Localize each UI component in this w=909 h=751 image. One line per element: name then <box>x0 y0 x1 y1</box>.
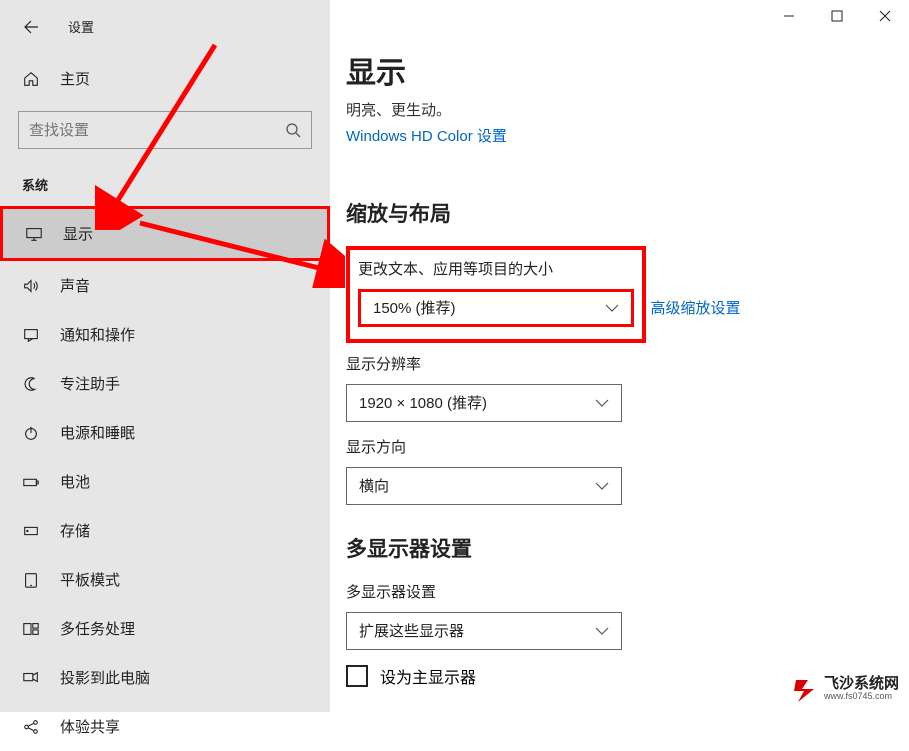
chevron-down-icon <box>605 304 619 312</box>
advanced-scale-link[interactable]: 高级缩放设置 <box>650 297 740 318</box>
orientation-label: 显示方向 <box>346 436 893 457</box>
sidebar-section-label: 系统 <box>0 149 330 206</box>
page-title: 显示 <box>346 48 893 92</box>
home-label: 主页 <box>60 68 90 89</box>
moon-icon <box>22 375 40 393</box>
sidebar-item-label: 显示 <box>63 223 93 244</box>
chevron-down-icon <box>595 399 609 407</box>
arrow-left-icon <box>22 19 40 35</box>
project-icon <box>22 669 40 687</box>
multi-label: 多显示器设置 <box>346 581 893 602</box>
sidebar-item-power[interactable]: 电源和睡眠 <box>0 408 330 457</box>
sidebar-item-project[interactable]: 投影到此电脑 <box>0 653 330 702</box>
sidebar-item-label: 声音 <box>60 275 90 296</box>
speaker-icon <box>22 277 40 295</box>
battery-icon <box>22 473 40 491</box>
sidebar-item-label: 多任务处理 <box>60 618 135 639</box>
multi-dropdown[interactable]: 扩展这些显示器 <box>346 612 622 650</box>
share-icon <box>22 718 40 736</box>
sidebar: 设置 主页 系统 显示 声音 通知和操作 专注助手 电源和睡眠 电池 存储 平板… <box>0 0 330 712</box>
orientation-dropdown[interactable]: 横向 <box>346 467 622 505</box>
home-nav[interactable]: 主页 <box>0 56 330 101</box>
scale-dropdown[interactable]: 150% (推荐) <box>358 289 634 327</box>
search-box[interactable] <box>18 111 312 149</box>
sidebar-item-label: 通知和操作 <box>60 324 135 345</box>
watermark-url: www.fs0745.com <box>824 692 899 702</box>
back-button[interactable]: 设置 <box>0 15 330 50</box>
power-icon <box>22 424 40 442</box>
checkbox-label: 设为主显示器 <box>380 664 476 688</box>
tablet-icon <box>22 571 40 589</box>
search-icon <box>285 122 301 138</box>
home-icon <box>22 70 40 88</box>
sidebar-item-storage[interactable]: 存储 <box>0 506 330 555</box>
orientation-value: 横向 <box>359 475 389 496</box>
sidebar-item-notifications[interactable]: 通知和操作 <box>0 310 330 359</box>
chevron-down-icon <box>595 482 609 490</box>
sidebar-item-battery[interactable]: 电池 <box>0 457 330 506</box>
sidebar-item-multitask[interactable]: 多任务处理 <box>0 604 330 653</box>
sidebar-item-label: 体验共享 <box>60 716 120 737</box>
sidebar-item-label: 电池 <box>60 471 90 492</box>
sidebar-item-share[interactable]: 体验共享 <box>0 702 330 751</box>
resolution-dropdown[interactable]: 1920 × 1080 (推荐) <box>346 384 622 422</box>
sidebar-item-label: 投影到此电脑 <box>60 667 150 688</box>
sidebar-item-display[interactable]: 显示 <box>0 206 330 261</box>
checkbox-icon[interactable] <box>346 665 368 687</box>
multi-value: 扩展这些显示器 <box>359 620 464 641</box>
watermark: 飞沙系统网 www.fs0745.com <box>792 676 899 702</box>
sidebar-item-label: 专注助手 <box>60 373 120 394</box>
content-area: 显示 明亮、更生动。 Windows HD Color 设置 缩放与布局 更改文… <box>330 0 909 712</box>
sidebar-item-label: 平板模式 <box>60 569 120 590</box>
scale-highlight-box: 更改文本、应用等项目的大小 150% (推荐) <box>346 246 646 343</box>
hdr-settings-link[interactable]: Windows HD Color 设置 <box>346 125 507 146</box>
resolution-value: 1920 × 1080 (推荐) <box>359 392 487 413</box>
resolution-label: 显示分辨率 <box>346 353 893 374</box>
sidebar-item-label: 存储 <box>60 520 90 541</box>
scale-value: 150% (推荐) <box>373 297 456 318</box>
chevron-down-icon <box>595 627 609 635</box>
scale-section-title: 缩放与布局 <box>346 198 893 228</box>
search-input[interactable] <box>29 122 285 139</box>
scale-label: 更改文本、应用等项目的大小 <box>358 258 634 279</box>
window-title: 设置 <box>68 17 94 36</box>
multitask-icon <box>22 620 40 638</box>
sidebar-item-label: 电源和睡眠 <box>60 422 135 443</box>
storage-icon <box>22 522 40 540</box>
sidebar-item-focus[interactable]: 专注助手 <box>0 359 330 408</box>
watermark-name: 飞沙系统网 <box>824 676 899 693</box>
hdr-description: 明亮、更生动。 <box>346 100 893 123</box>
notification-icon <box>22 326 40 344</box>
sidebar-item-sound[interactable]: 声音 <box>0 261 330 310</box>
multi-section-title: 多显示器设置 <box>346 533 893 563</box>
sidebar-item-tablet[interactable]: 平板模式 <box>0 555 330 604</box>
monitor-icon <box>25 225 43 243</box>
watermark-logo-icon <box>792 676 818 702</box>
